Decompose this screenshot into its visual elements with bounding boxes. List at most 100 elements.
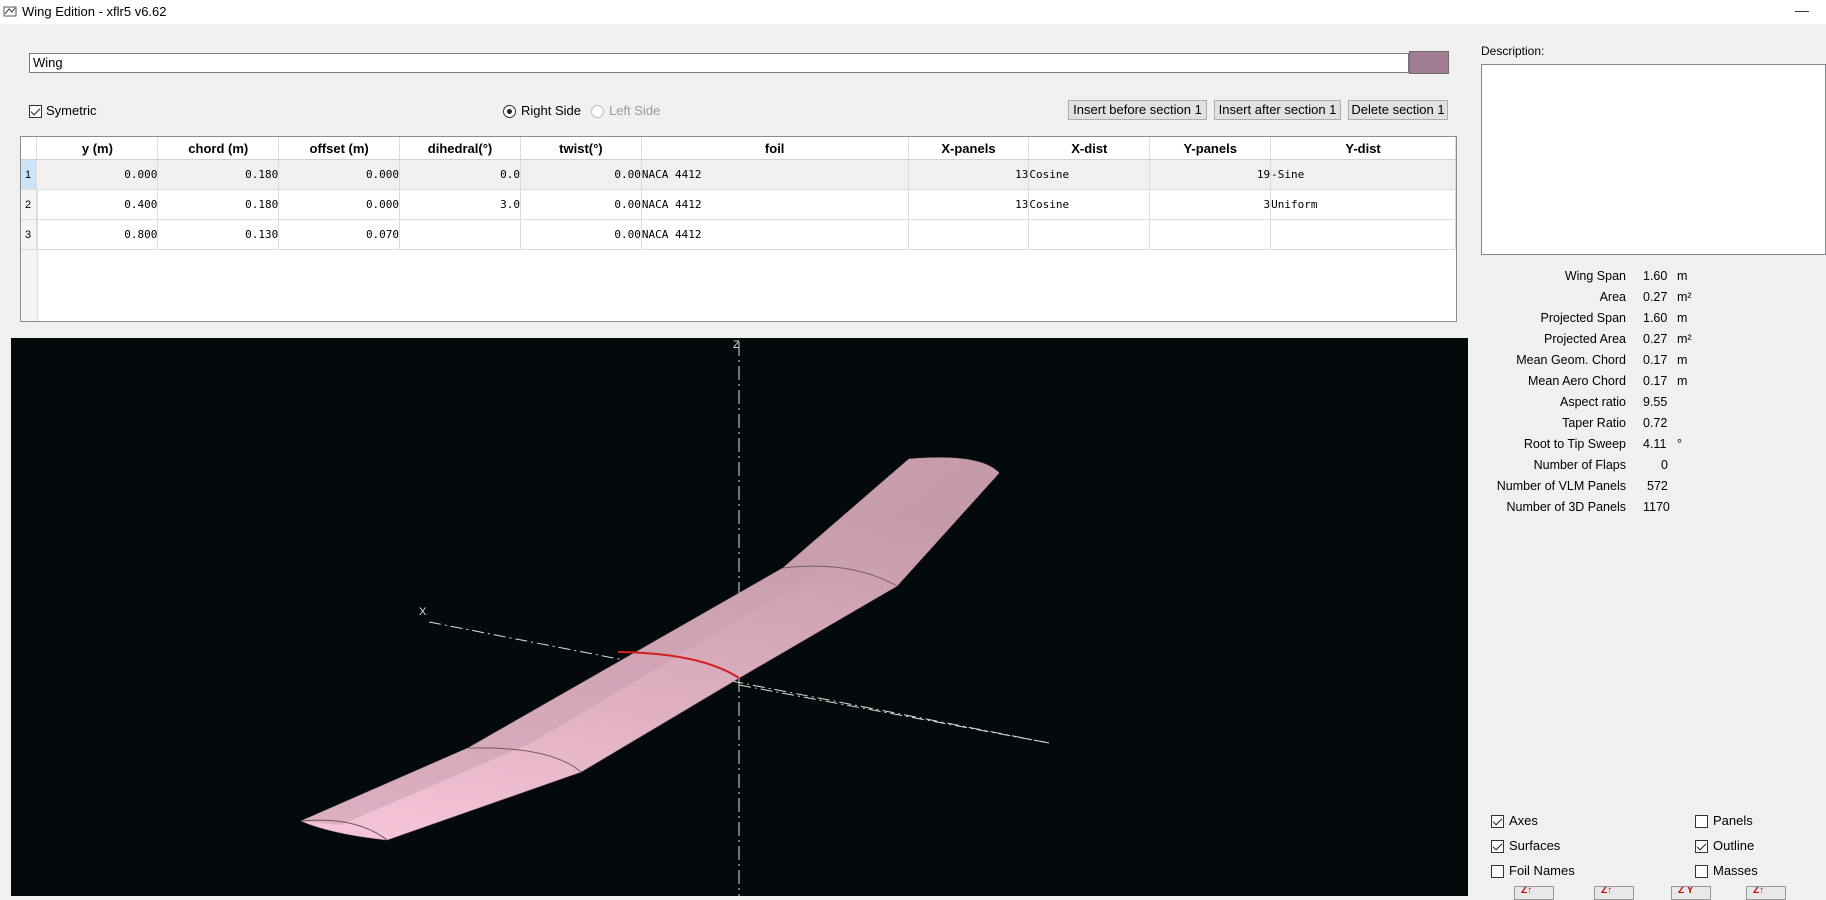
outline-label: Outline <box>1713 838 1755 853</box>
cell-y[interactable]: 0.800 <box>36 219 159 250</box>
cell-foil[interactable]: NACA 4412 <box>641 219 909 250</box>
xflr5-app-icon <box>3 6 17 17</box>
description-textbox[interactable] <box>1481 64 1826 255</box>
cell-x-dist[interactable] <box>1028 219 1151 250</box>
cell-y-panels[interactable]: 3 <box>1149 189 1272 220</box>
cell-y-panels[interactable] <box>1149 219 1272 250</box>
prop-label: Projected Area <box>1544 332 1626 346</box>
insert-after-button[interactable]: Insert after section 1 <box>1214 100 1341 120</box>
cell-dihedral[interactable] <box>399 219 521 250</box>
table-row[interactable]: 2 0.400 0.180 0.000 3.0 0.00 NACA 4412 1… <box>21 189 1456 220</box>
cell-offset[interactable]: 0.000 <box>278 159 401 190</box>
col-header-chord[interactable]: chord (m) <box>157 137 280 160</box>
cell-foil[interactable]: NACA 4412 <box>641 189 909 220</box>
cell-y-dist[interactable]: Uniform <box>1270 189 1456 220</box>
cell-x-panels[interactable] <box>908 219 1030 250</box>
cell-offset[interactable]: 0.000 <box>278 189 401 220</box>
cell-dihedral[interactable]: 0.0 <box>399 159 521 190</box>
table-row[interactable]: 3 0.800 0.130 0.070 0.00 NACA 4412 <box>21 219 1456 250</box>
view-z-button[interactable]: Z↑ <box>1746 886 1786 900</box>
cell-chord[interactable]: 0.180 <box>157 189 280 220</box>
col-header-twist[interactable]: twist(°) <box>520 137 642 160</box>
view-iso-icon: Z↑ <box>1521 886 1533 896</box>
surfaces-checkbox[interactable]: Surfaces <box>1491 838 1560 854</box>
row-number[interactable]: 1 <box>21 159 38 190</box>
cell-twist[interactable]: 0.00 <box>520 159 642 190</box>
title-bar: Wing Edition - xflr5 v6.62 — <box>0 0 1826 24</box>
col-header-foil[interactable]: foil <box>641 137 909 160</box>
view-y-icon: Z Y <box>1678 886 1694 896</box>
prop-value: 4.11 <box>1643 437 1667 451</box>
cell-y[interactable]: 0.400 <box>36 189 159 220</box>
cell-x-dist[interactable]: Cosine <box>1028 189 1151 220</box>
prop-row-3d-panels: Number of 3D Panels 1170 <box>1480 500 1826 520</box>
symetric-checkbox[interactable]: Symetric <box>29 103 97 119</box>
cell-twist[interactable]: 0.00 <box>520 189 642 220</box>
cell-x-dist[interactable]: Cosine <box>1028 159 1151 190</box>
col-header-x-panels[interactable]: X-panels <box>908 137 1030 160</box>
outline-check-icon[interactable] <box>1695 840 1708 854</box>
3d-wing-viewport[interactable]: X Z <box>11 338 1468 896</box>
prop-row-taper-ratio: Taper Ratio 0.72 <box>1480 416 1826 436</box>
right-side-radio[interactable]: Right Side <box>503 103 581 119</box>
insert-before-button[interactable]: Insert before section 1 <box>1068 100 1207 120</box>
wing-color-button[interactable] <box>1409 51 1449 74</box>
cell-dihedral[interactable]: 3.0 <box>399 189 521 220</box>
view-x-button[interactable]: Z↑ <box>1594 886 1634 900</box>
wing-name-input[interactable]: Wing <box>29 53 1409 73</box>
col-header-y[interactable]: y (m) <box>36 137 159 160</box>
view-iso-button[interactable]: Z↑ <box>1514 886 1554 900</box>
row-number[interactable]: 2 <box>21 189 38 220</box>
foil-names-check-icon[interactable] <box>1491 865 1504 879</box>
col-header-x-dist[interactable]: X-dist <box>1028 137 1151 160</box>
prop-value: 0 <box>1661 458 1668 472</box>
cell-foil[interactable]: NACA 4412 <box>641 159 909 190</box>
row-number[interactable]: 3 <box>21 219 38 250</box>
masses-check-icon[interactable] <box>1695 865 1708 879</box>
prop-unit: m <box>1677 269 1688 283</box>
panels-checkbox[interactable]: Panels <box>1695 813 1753 829</box>
cell-twist[interactable]: 0.00 <box>520 219 642 250</box>
sections-grid[interactable]: y (m) chord (m) offset (m) dihedral(°) t… <box>21 137 1456 250</box>
col-header-y-panels[interactable]: Y-panels <box>1149 137 1272 160</box>
view-y-button[interactable]: Z Y <box>1671 886 1711 900</box>
symetric-check-icon[interactable] <box>29 105 42 119</box>
window-title: Wing Edition - xflr5 v6.62 <box>22 4 167 19</box>
cell-x-panels[interactable]: 13 <box>908 159 1030 190</box>
prop-row-projected-area: Projected Area 0.27 m² <box>1480 332 1826 352</box>
delete-section-button[interactable]: Delete section 1 <box>1348 100 1448 120</box>
outline-checkbox[interactable]: Outline <box>1695 838 1755 854</box>
foil-names-checkbox[interactable]: Foil Names <box>1491 863 1575 879</box>
masses-checkbox[interactable]: Masses <box>1695 863 1758 879</box>
table-row[interactable]: 1 0.000 0.180 0.000 0.0 0.00 NACA 4412 1… <box>21 159 1456 190</box>
col-header-y-dist[interactable]: Y-dist <box>1270 137 1456 160</box>
wing-sections-table[interactable]: y (m) chord (m) offset (m) dihedral(°) t… <box>20 136 1457 322</box>
right-side-radio-icon[interactable] <box>503 105 516 119</box>
axes-check-icon[interactable] <box>1491 815 1504 829</box>
cell-y[interactable]: 0.000 <box>36 159 159 190</box>
panels-check-icon[interactable] <box>1695 815 1708 829</box>
cell-x-panels[interactable]: 13 <box>908 189 1030 220</box>
prop-value: 572 <box>1647 479 1668 493</box>
prop-value: 0.27 <box>1643 332 1668 346</box>
cell-y-dist[interactable]: -Sine <box>1270 159 1456 190</box>
prop-unit: m <box>1677 353 1688 367</box>
prop-row-wing-span: Wing Span 1.60 m <box>1480 269 1826 289</box>
cell-offset[interactable]: 0.070 <box>278 219 401 250</box>
axes-checkbox[interactable]: Axes <box>1491 813 1538 829</box>
surfaces-check-icon[interactable] <box>1491 840 1504 854</box>
view-x-icon: Z↑ <box>1601 886 1613 896</box>
cell-y-dist[interactable] <box>1270 219 1456 250</box>
prop-unit: ° <box>1677 437 1682 451</box>
cell-y-panels[interactable]: 19 <box>1149 159 1272 190</box>
cell-chord[interactable]: 0.180 <box>157 159 280 190</box>
prop-label: Number of 3D Panels <box>1506 500 1626 514</box>
col-header-dihedral[interactable]: dihedral(°) <box>399 137 521 160</box>
prop-label: Aspect ratio <box>1559 395 1626 409</box>
prop-value: 1.60 <box>1643 269 1668 283</box>
prop-label: Mean Aero Chord <box>1528 374 1626 388</box>
cell-chord[interactable]: 0.130 <box>157 219 280 250</box>
col-header-offset[interactable]: offset (m) <box>278 137 401 160</box>
prop-unit: m² <box>1677 332 1692 346</box>
minimize-icon[interactable]: — <box>1795 2 1809 18</box>
